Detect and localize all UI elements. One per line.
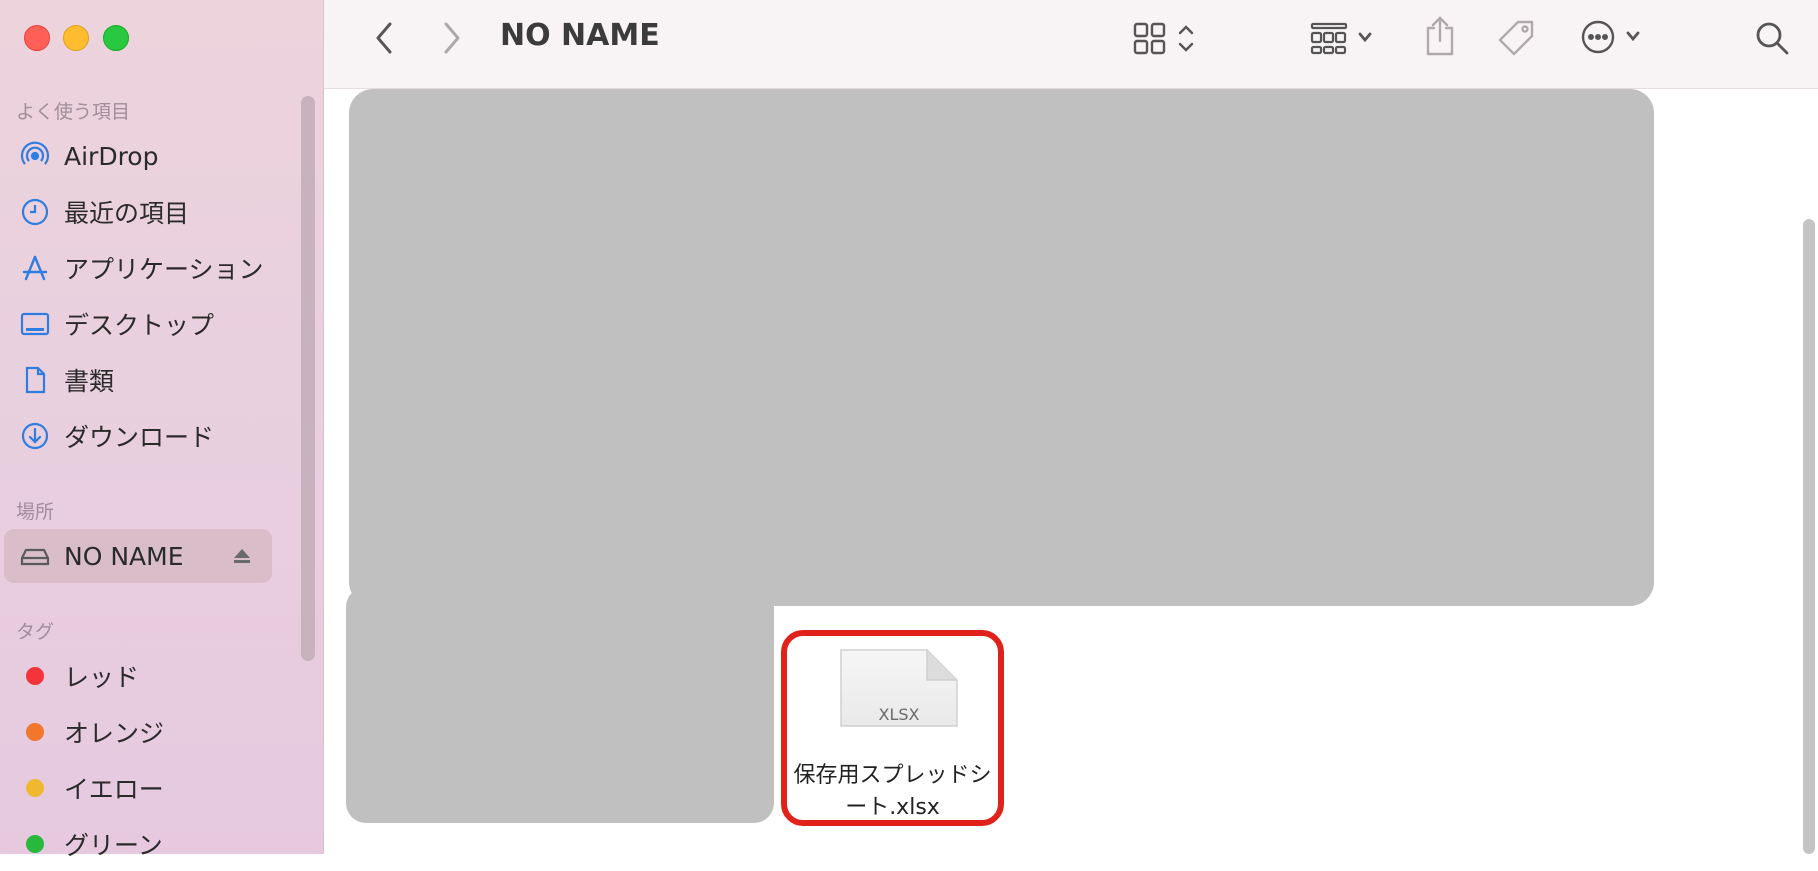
window-title: NO NAME — [500, 18, 660, 53]
sidebar-item-label: オレンジ — [64, 719, 165, 748]
sidebar-item-label: ダウンロード — [64, 423, 215, 452]
sidebar-item-label: 最近の項目 — [64, 199, 190, 228]
sidebar-item-documents[interactable]: 書類 — [4, 353, 272, 407]
more-actions-button[interactable] — [1579, 16, 1659, 58]
drive-icon — [20, 541, 50, 571]
yellow-tag-icon — [26, 779, 44, 797]
sidebar-item-label: レッド — [64, 663, 140, 692]
download-icon — [20, 421, 50, 451]
share-button[interactable] — [1420, 14, 1460, 58]
toolbar: NO NAME — [324, 0, 1818, 89]
sidebar-item-no-name[interactable]: NO NAME — [4, 529, 272, 583]
search-button[interactable] — [1750, 16, 1794, 60]
sidebar-item-tag-green[interactable]: グリーン — [4, 817, 272, 871]
share-icon — [1426, 16, 1454, 56]
sidebar-item-desktop[interactable]: デスクトップ — [4, 297, 272, 351]
redacted-area — [346, 587, 774, 823]
zoom-window-button[interactable] — [103, 25, 129, 51]
red-tag-icon — [26, 667, 44, 685]
minimize-window-button[interactable] — [63, 25, 89, 51]
sidebar-item-tag-yellow[interactable]: イエロー — [4, 761, 272, 815]
sidebar-item-applications[interactable]: アプリケーション — [4, 241, 272, 295]
file-browser-content: XLSX 保存用スプレッドシ ート.xlsx — [324, 89, 1818, 854]
forward-button[interactable] — [434, 18, 470, 58]
search-icon — [1756, 22, 1789, 55]
tag-button[interactable] — [1494, 16, 1538, 60]
orange-tag-icon — [26, 723, 44, 741]
airdrop-icon — [20, 141, 50, 171]
group-icon — [1310, 22, 1372, 55]
file-type-label: XLSX — [878, 705, 920, 724]
redacted-area — [349, 89, 1654, 606]
file-item-xlsx[interactable]: XLSX 保存用スプレッドシ ート.xlsx — [781, 630, 1004, 826]
favorites-header: よく使う項目 — [16, 101, 131, 123]
applications-icon — [20, 253, 50, 283]
eject-icon[interactable] — [232, 547, 252, 569]
sidebar-item-label: NO NAME — [64, 541, 184, 571]
back-button[interactable] — [366, 18, 402, 58]
content-scrollbar[interactable] — [1803, 219, 1815, 854]
view-mode-button[interactable] — [1132, 18, 1202, 58]
sidebar-item-label: グリーン — [64, 831, 163, 860]
sidebar-item-label: イエロー — [64, 775, 164, 804]
locations-header: 場所 — [16, 501, 55, 523]
sidebar-item-airdrop[interactable]: AirDrop — [4, 129, 272, 183]
icon-view-icon — [1133, 22, 1194, 55]
group-button[interactable] — [1309, 18, 1389, 58]
tags-header: タグ — [16, 621, 55, 643]
sidebar-item-label: アプリケーション — [64, 255, 264, 284]
document-icon — [20, 365, 50, 395]
more-icon — [1581, 20, 1640, 54]
sidebar-item-label: デスクトップ — [64, 311, 215, 340]
sidebar: よく使う項目 AirDrop 最近の項目 アプリケーション デスクトップ 書類 … — [0, 0, 324, 860]
file-name-line: ート.xlsx — [845, 795, 940, 820]
file-name-line: 保存用スプレッドシ — [793, 763, 992, 788]
clock-icon — [20, 197, 50, 227]
sidebar-item-downloads[interactable]: ダウンロード — [4, 409, 272, 463]
sidebar-item-tag-red[interactable]: レッド — [4, 649, 272, 703]
sidebar-item-recents[interactable]: 最近の項目 — [4, 185, 272, 239]
file-name: 保存用スプレッドシ ート.xlsx — [787, 760, 998, 824]
back-icon — [376, 22, 392, 54]
forward-icon — [444, 22, 460, 54]
tag-icon — [1498, 20, 1534, 56]
green-tag-icon — [26, 835, 44, 853]
sidebar-scrollbar[interactable] — [301, 96, 315, 661]
sidebar-item-label: 書類 — [64, 367, 115, 396]
desktop-icon — [20, 309, 50, 339]
sidebar-item-tag-orange[interactable]: オレンジ — [4, 705, 272, 759]
close-window-button[interactable] — [24, 25, 50, 51]
sidebar-item-label: AirDrop — [64, 141, 159, 171]
